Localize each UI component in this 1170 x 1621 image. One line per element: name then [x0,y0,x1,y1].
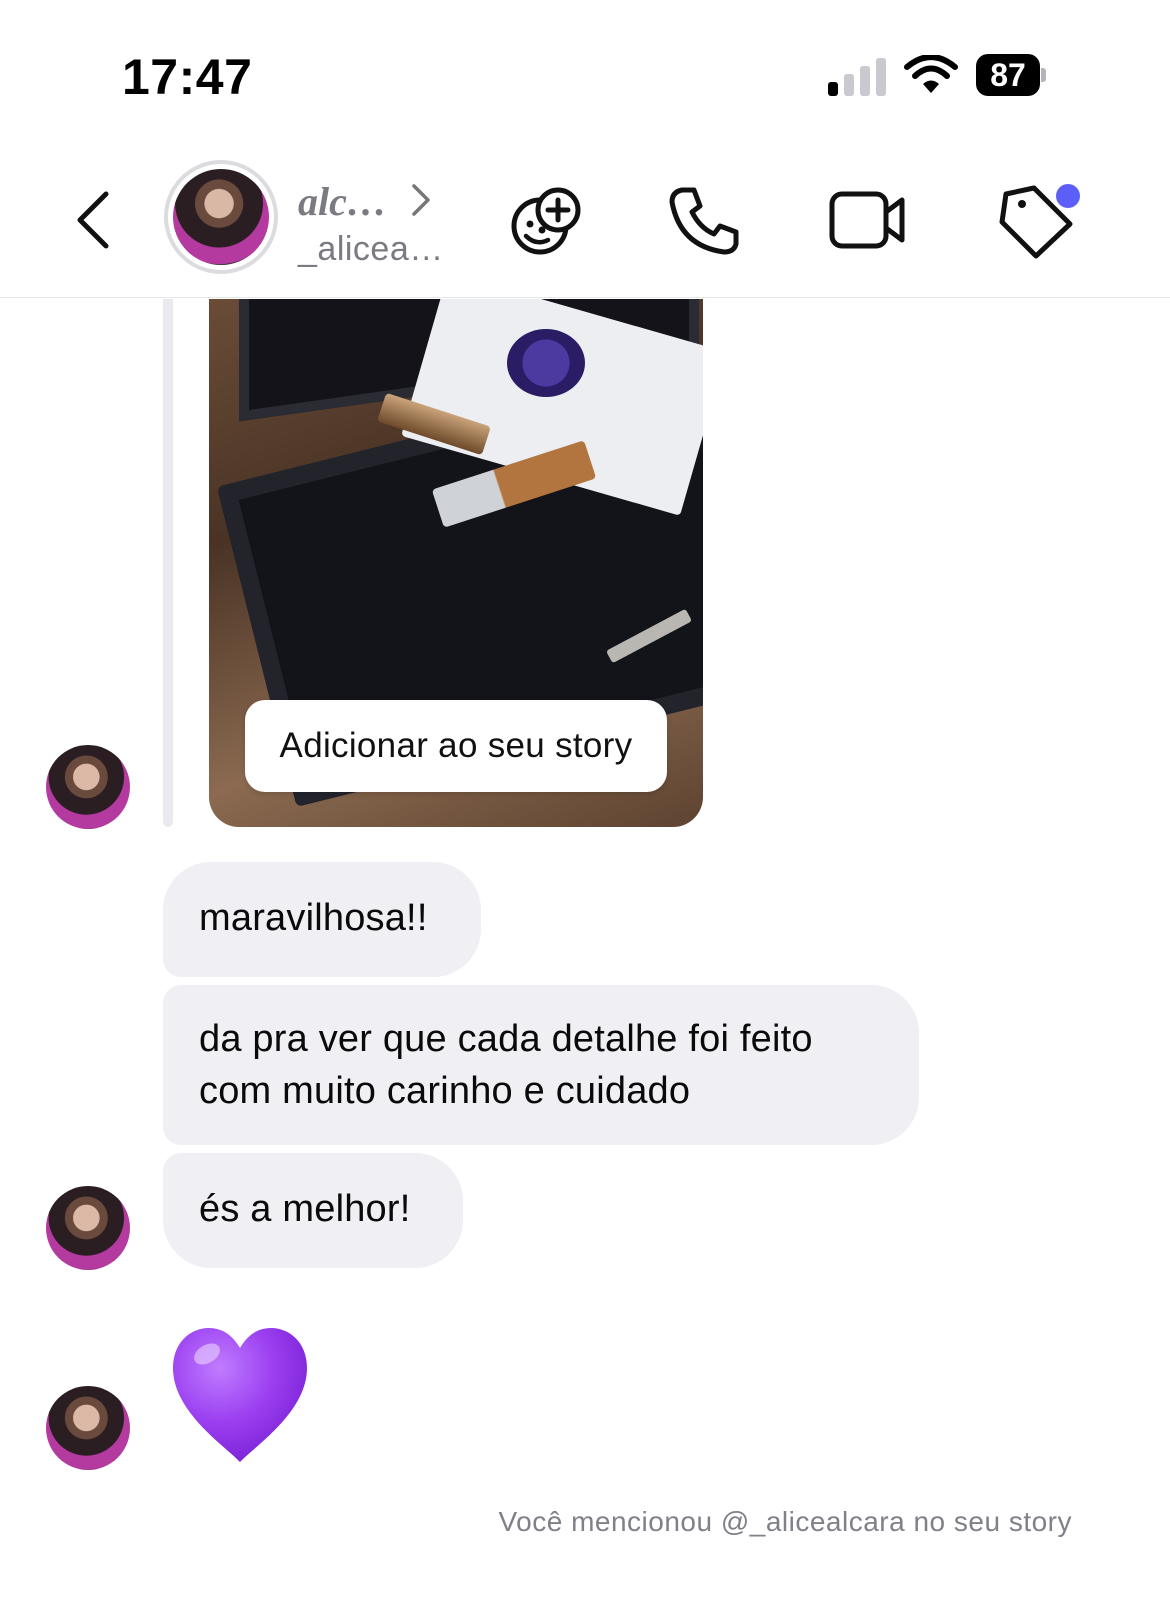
contact-name[interactable]: alc… [298,178,387,225]
sender-avatar[interactable] [46,1186,130,1270]
effects-icon[interactable] [508,180,588,260]
reply-indicator [163,299,173,827]
purple-heart-emoji[interactable] [165,1320,315,1470]
story-mention-notice: Você mencionou @_alicealcara no seu stor… [498,1506,1072,1537]
phone-icon[interactable] [664,180,744,260]
chevron-right-icon[interactable] [408,180,434,220]
battery-icon: 87 [976,54,1046,96]
sender-avatar[interactable] [46,745,130,829]
video-camera-icon[interactable] [828,180,908,260]
add-to-story-button[interactable]: Adicionar ao seu story [245,700,667,792]
message-bubble[interactable]: maravilhosa!! [163,862,481,977]
wax-seal [507,329,585,397]
notification-dot [1056,184,1080,208]
battery-level: 87 [976,54,1040,96]
chat-header: alc… _alicea… [0,150,1170,298]
message-bubble[interactable]: da pra ver que cada detalhe foi feito co… [163,985,919,1145]
sender-avatar[interactable] [46,1386,130,1470]
back-chevron-icon[interactable] [70,188,120,252]
contact-username[interactable]: _alicea… [298,230,444,269]
status-time: 17:47 [122,49,253,105]
cellular-signal-icon [828,56,886,96]
contact-avatar[interactable] [164,160,278,274]
wifi-icon [904,55,958,93]
message-bubble[interactable]: és a melhor! [163,1153,463,1268]
